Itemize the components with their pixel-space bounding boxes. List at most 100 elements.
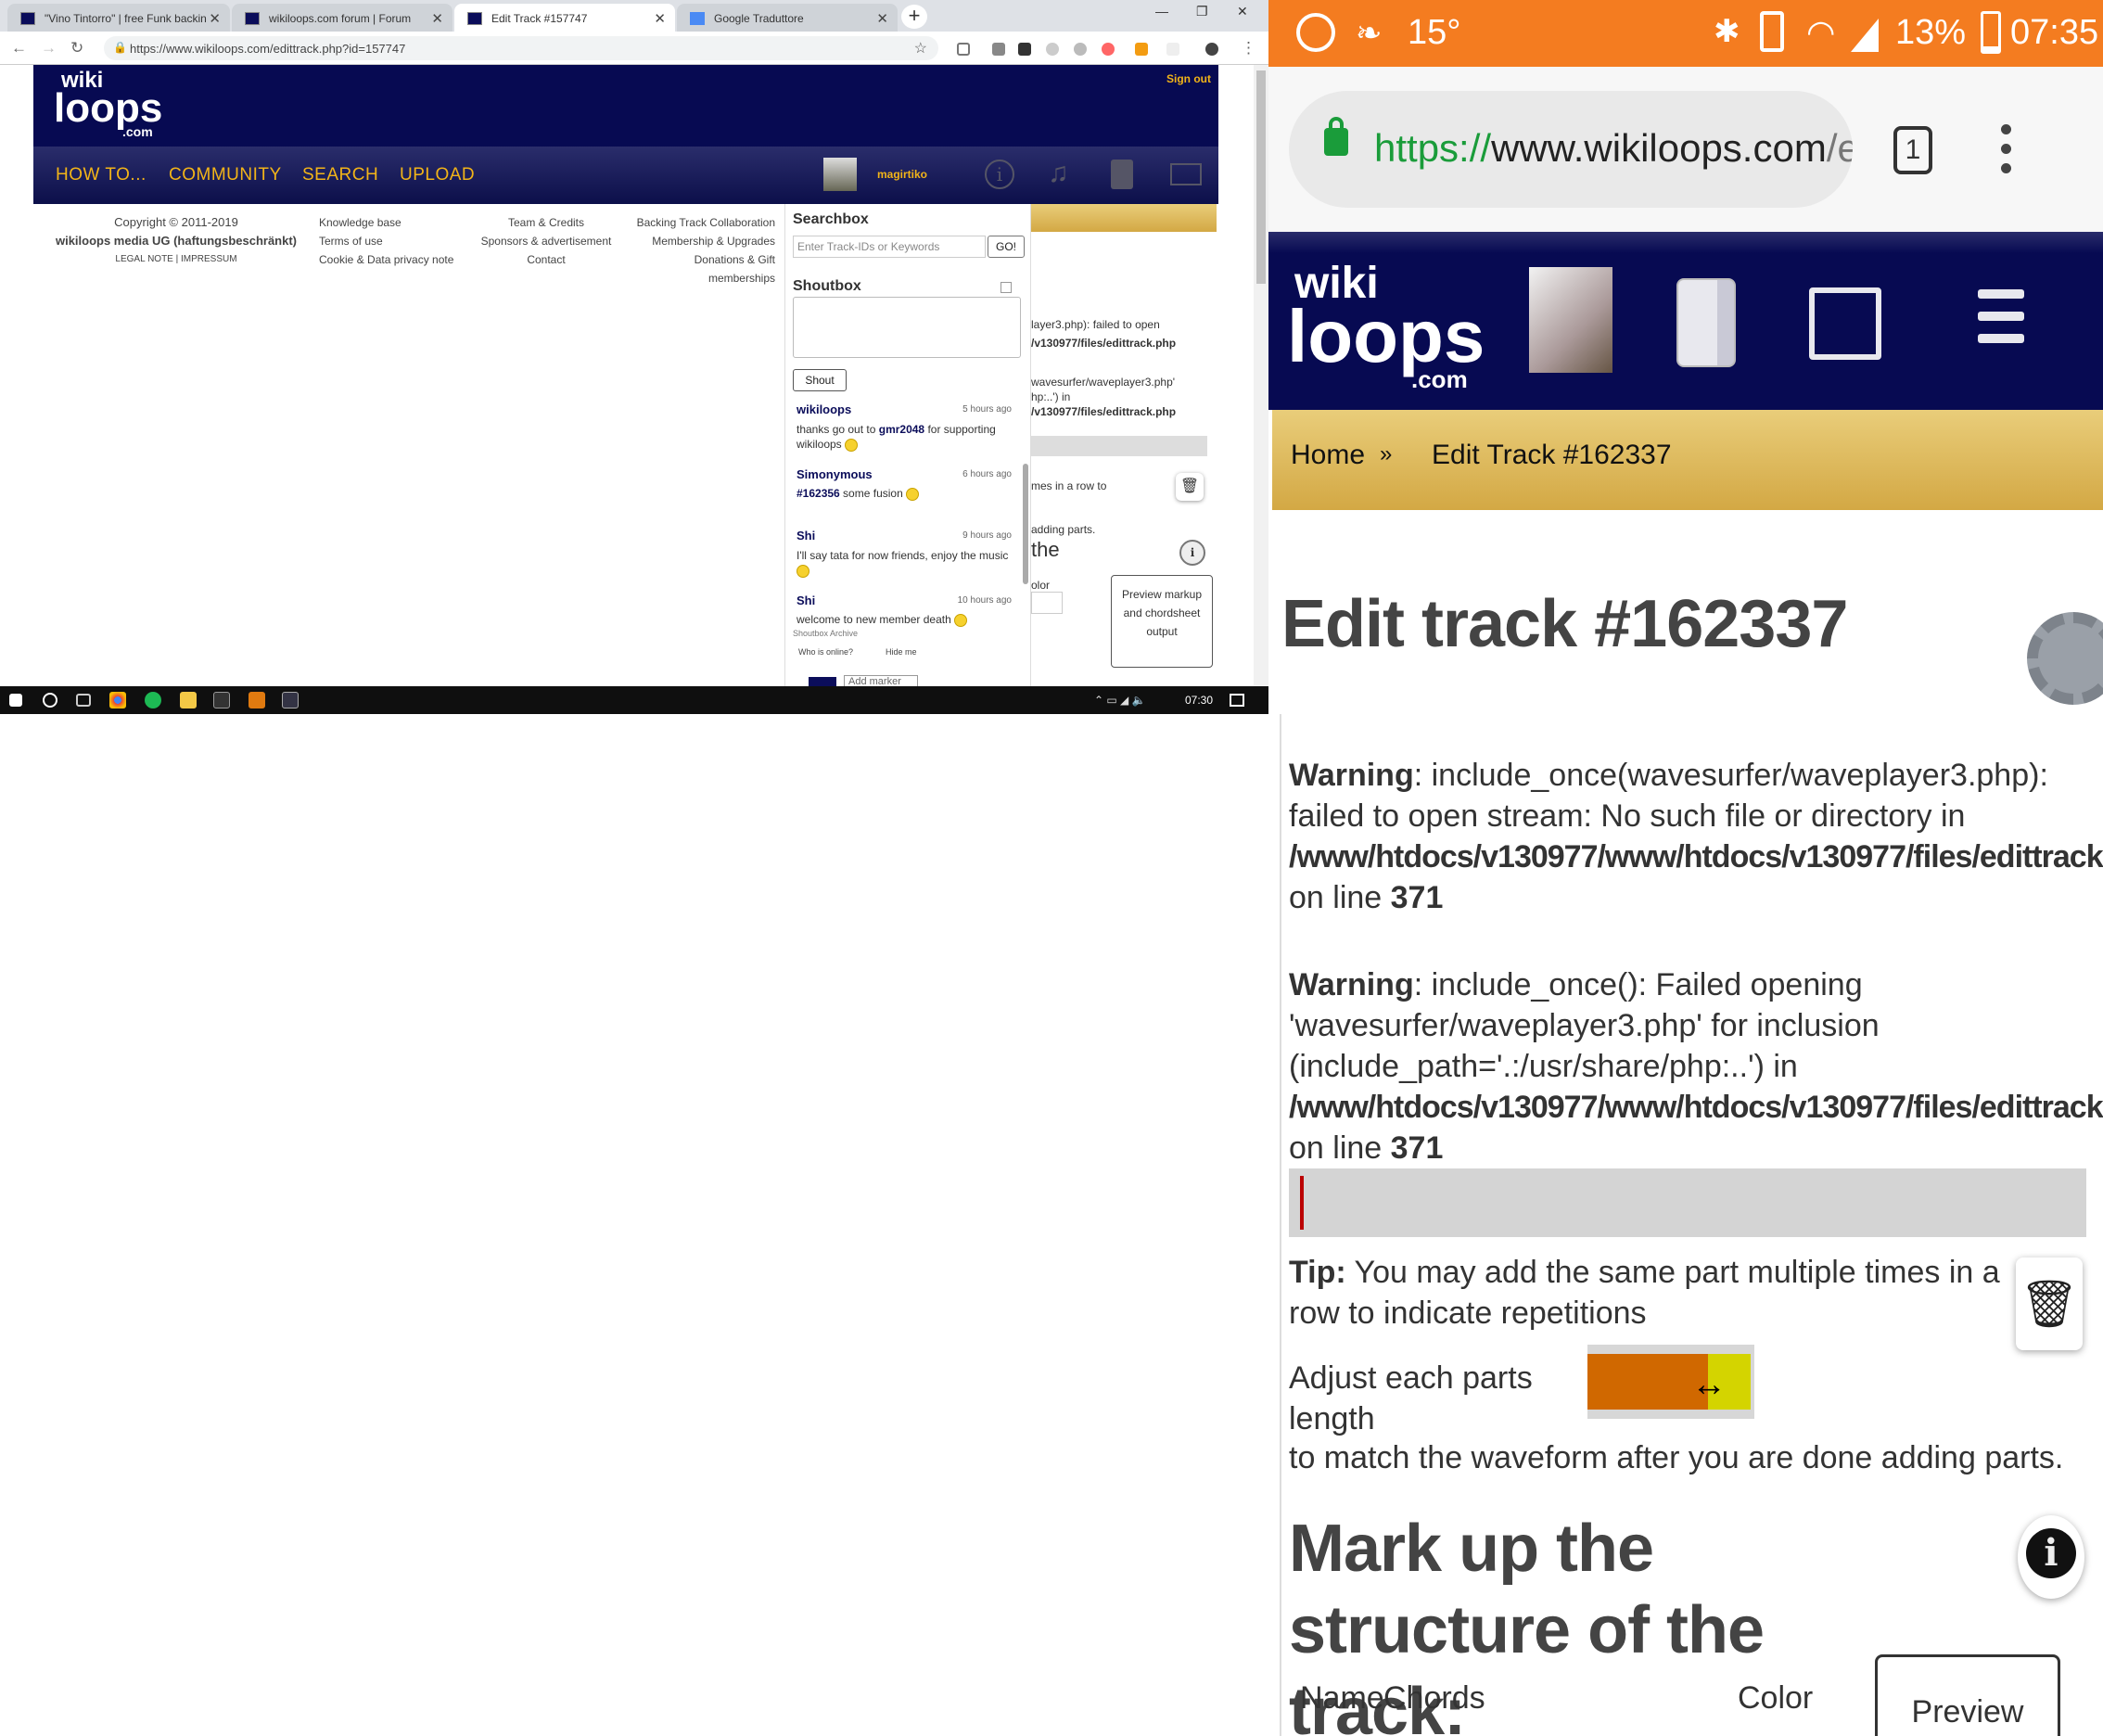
avatar[interactable] bbox=[823, 158, 857, 191]
app-icon[interactable] bbox=[249, 692, 265, 708]
cortana-icon[interactable] bbox=[43, 693, 57, 708]
forward-icon[interactable]: → bbox=[41, 39, 57, 57]
star-icon[interactable]: ☆ bbox=[914, 39, 927, 57]
mail-icon[interactable] bbox=[1170, 163, 1202, 185]
close-icon[interactable]: ✕ bbox=[876, 10, 888, 27]
notification-icon[interactable] bbox=[1230, 694, 1244, 707]
menu-dots-icon[interactable] bbox=[2001, 124, 2012, 183]
footer-link[interactable]: Cookie & Data privacy note bbox=[319, 250, 458, 269]
php-warning: Warning: include_once(): Failed opening … bbox=[1289, 967, 2103, 1166]
profile-avatar[interactable] bbox=[1205, 43, 1218, 56]
back-icon[interactable]: ← bbox=[11, 39, 27, 57]
file-explorer-icon[interactable] bbox=[180, 692, 197, 708]
search-input[interactable]: Enter Track-IDs or Keywords bbox=[793, 236, 986, 258]
spotify-icon[interactable] bbox=[145, 692, 161, 708]
browser-tab[interactable]: wikiloops.com forum | Forum ✕ bbox=[232, 4, 452, 32]
tab-switcher-button[interactable]: 1 bbox=[1893, 126, 1932, 174]
trash-icon[interactable]: 🗑 bbox=[1176, 473, 1204, 501]
footer-link[interactable]: Membership & Upgrades bbox=[627, 232, 775, 250]
shout-user[interactable]: Shi bbox=[797, 594, 815, 607]
footer-link[interactable]: Contact bbox=[467, 250, 625, 269]
book-icon[interactable] bbox=[1111, 160, 1133, 189]
footer-link[interactable]: Team & Credits bbox=[467, 213, 625, 232]
shout-message: wikiloops 5 hours ago thanks go out to g… bbox=[797, 402, 1012, 452]
footer-link[interactable]: Backing Track Collaboration bbox=[627, 213, 775, 232]
minimize-icon[interactable]: — bbox=[1155, 4, 1168, 19]
nav-upload[interactable]: UPLOAD bbox=[400, 165, 475, 185]
footer-link[interactable]: Donations & Gift memberships bbox=[627, 250, 775, 287]
search-go-button[interactable]: GO! bbox=[988, 236, 1025, 258]
terminal-icon[interactable] bbox=[213, 692, 230, 708]
track-link[interactable]: #162356 bbox=[797, 487, 840, 500]
close-icon[interactable]: ✕ bbox=[209, 10, 221, 27]
scrollbar[interactable] bbox=[1023, 464, 1028, 584]
shout-textarea[interactable] bbox=[793, 297, 1021, 358]
shout-user[interactable]: Simonymous bbox=[797, 467, 873, 481]
mail-icon[interactable] bbox=[1809, 287, 1881, 360]
clock[interactable]: 07:30 bbox=[1185, 694, 1213, 707]
browser-tab-active[interactable]: Edit Track #157747 ✕ bbox=[454, 4, 675, 32]
windows-start-icon[interactable] bbox=[9, 694, 22, 707]
footer-link[interactable]: Terms of use bbox=[319, 232, 458, 250]
footer-link[interactable]: Sponsors & advertisement bbox=[467, 232, 625, 250]
footer-link[interactable]: Knowledge base bbox=[319, 213, 458, 232]
reload-icon[interactable]: ↻ bbox=[70, 39, 83, 57]
shout-button[interactable]: Shout bbox=[793, 369, 847, 391]
app-icon[interactable] bbox=[282, 692, 299, 708]
address-bar[interactable]: 🔒 https://www.wikiloops.com/edittrack.ph… bbox=[104, 36, 938, 60]
extension-icon[interactable] bbox=[1046, 43, 1059, 56]
shout-user[interactable]: Shi bbox=[797, 529, 815, 542]
nav-search[interactable]: SEARCH bbox=[302, 165, 378, 185]
waveform-bar[interactable] bbox=[1031, 436, 1207, 456]
hide-me-link[interactable]: Hide me bbox=[886, 647, 917, 657]
tray-icons[interactable]: ⌃ ▭ ◢ 🔈 bbox=[1094, 694, 1146, 707]
wikiloops-logo[interactable]: wiki loops .com bbox=[1287, 262, 1485, 392]
shoutbox-archive-link[interactable]: Shoutbox Archive bbox=[793, 629, 858, 638]
playhead-marker[interactable] bbox=[1300, 1176, 1304, 1230]
close-icon[interactable]: ✕ bbox=[654, 10, 666, 27]
trash-icon[interactable]: 🗑 bbox=[2016, 1257, 2083, 1350]
extension-icon[interactable] bbox=[1074, 43, 1087, 56]
info-icon[interactable]: i bbox=[2018, 1515, 2084, 1599]
new-tab-button[interactable]: + bbox=[901, 5, 927, 29]
extension-icon[interactable] bbox=[1135, 43, 1148, 56]
breadcrumb-home-link[interactable]: Home bbox=[1291, 440, 1365, 471]
hamburger-menu-icon[interactable] bbox=[1978, 289, 2024, 343]
signout-link[interactable]: Sign out bbox=[1166, 72, 1211, 85]
waveform-bar[interactable] bbox=[1289, 1168, 2086, 1237]
buffer-icon[interactable] bbox=[1018, 43, 1031, 56]
preview-button[interactable]: Preview bbox=[1875, 1654, 2060, 1736]
browser-tab[interactable]: Google Traduttore ✕ bbox=[677, 4, 898, 32]
extension-icon[interactable] bbox=[1166, 43, 1179, 56]
close-window-icon[interactable]: ✕ bbox=[1237, 4, 1248, 19]
book-icon[interactable] bbox=[1676, 278, 1736, 367]
info-icon[interactable]: i bbox=[1179, 540, 1205, 566]
wikiloops-logo[interactable]: wiki loops .com bbox=[54, 70, 162, 139]
browser-tab[interactable]: "Vino Tintorro" | free Funk backin ✕ bbox=[7, 4, 230, 32]
restore-icon[interactable]: ❐ bbox=[1196, 4, 1208, 19]
gear-icon[interactable] bbox=[2027, 612, 2103, 705]
music-note-icon[interactable]: ♫ bbox=[1048, 158, 1069, 189]
pocket-icon[interactable] bbox=[957, 43, 970, 56]
color-input[interactable] bbox=[1031, 592, 1063, 614]
who-online-link[interactable]: Who is online? bbox=[798, 647, 853, 657]
expand-icon[interactable] bbox=[1001, 282, 1012, 293]
avatar[interactable] bbox=[1529, 267, 1612, 373]
nav-community[interactable]: COMMUNITY bbox=[169, 165, 282, 185]
info-icon[interactable]: i bbox=[985, 160, 1014, 189]
username-link[interactable]: magirtiko bbox=[877, 168, 927, 181]
messenger-icon bbox=[1296, 13, 1335, 52]
task-view-icon[interactable] bbox=[76, 694, 91, 707]
preview-button[interactable]: Preview markup and chordsheet output bbox=[1111, 575, 1213, 668]
wikiloops-favicon-icon bbox=[467, 12, 482, 25]
close-icon[interactable]: ✕ bbox=[431, 10, 443, 27]
nav-howto[interactable]: HOW TO... bbox=[56, 165, 147, 185]
extension-icon[interactable] bbox=[992, 43, 1005, 56]
page-scrollbar[interactable] bbox=[1254, 65, 1268, 686]
chrome-icon[interactable] bbox=[109, 692, 126, 708]
extension-icon[interactable] bbox=[1102, 43, 1115, 56]
address-bar[interactable]: https://www.wikiloops.com/edittra bbox=[1289, 91, 1853, 208]
menu-dots-icon[interactable]: ⋮ bbox=[1241, 39, 1256, 57]
legal-link[interactable]: LEGAL NOTE | IMPRESSUM bbox=[37, 250, 315, 269]
shout-user[interactable]: wikiloops bbox=[797, 402, 851, 416]
